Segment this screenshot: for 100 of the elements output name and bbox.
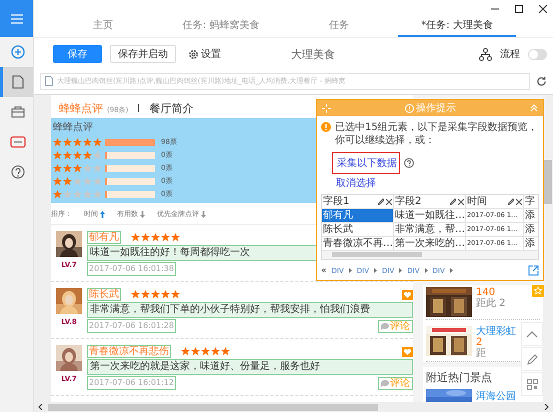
chevron-icon [399,268,402,273]
star-icon [93,176,102,186]
scrollbar-thumb[interactable] [544,160,552,204]
edit-button[interactable] [521,347,543,371]
comment-button[interactable]: 评论 [378,376,413,390]
arrow-down-icon [140,210,145,218]
reviewer-name[interactable]: 青春微凉不再悲伤 [87,345,171,358]
section-title: 附近热门景点 [426,370,492,385]
warning-icon [321,122,331,132]
scroll-left-icon[interactable] [38,404,44,410]
star-icon [171,233,180,242]
review-text: 非常满意，帮我们下单的小伙子特别好，帮我安排，怕我们浪费 [87,302,413,318]
info-icon [405,104,414,112]
column-header[interactable]: 时间 [467,196,487,207]
chevron-icon [348,268,352,273]
close-icon[interactable] [516,198,522,204]
table-cell-text: 添 [524,237,536,250]
task-name: 大理美食 [291,46,336,62]
price: 140 [476,287,496,298]
star-icon [171,290,180,299]
star-icon [73,176,82,186]
review-time: 2017-07-06 16:01:12 [87,376,176,390]
settings-button[interactable]: 设置 [188,47,221,61]
toolbox-icon [11,106,25,118]
external-link-icon[interactable] [528,265,539,276]
star-icon [161,290,170,299]
review-time: 2017-07-06 16:01:28 [87,319,176,333]
star-icon[interactable] [532,285,544,297]
help-icon[interactable] [404,158,414,168]
star-icon [53,138,62,146]
flowchart-icon [479,48,492,60]
star-icon [63,164,72,172]
breadcrumb-start[interactable]: « [321,266,327,276]
reviewer-name[interactable]: 郁有凡 [87,231,121,244]
intro-tab[interactable]: 餐厅简介 [149,101,194,116]
reviewer-name[interactable]: 陈长武 [87,288,121,301]
menu-icon [10,14,22,24]
star-icon [63,190,72,198]
star-icon [151,290,160,299]
tab[interactable]: 主页 [44,15,162,37]
column-header[interactable]: 字段1 [323,196,350,207]
star-icon [53,190,62,198]
price: 2 [476,337,484,348]
star-icon [83,176,92,186]
save-start-button[interactable]: 保存并启动 [110,45,176,63]
star-icon [53,150,62,160]
document-icon [12,75,24,89]
column-header[interactable]: 字 [525,196,535,207]
distance: 距此 2 [476,298,506,309]
star-icon [83,138,92,146]
scroll-right-icon[interactable] [543,404,549,410]
chevron-icon [424,268,428,273]
tab[interactable]: 任务: 蚂蜂窝美食 [162,15,280,37]
pencil-icon[interactable] [378,198,384,205]
menu-button[interactable] [0,0,33,37]
reviews-tab[interactable]: 蜂蜂点评 [59,101,103,116]
star-icon [93,138,102,146]
star-icon [63,138,72,146]
pencil-icon[interactable] [508,198,514,205]
star-icon [141,290,150,299]
maximize-icon[interactable] [515,5,523,13]
save-button[interactable]: 保存 [53,45,102,63]
scrollbar-thumb[interactable] [48,404,378,410]
restaurant-name[interactable]: 大理彩虹 [476,326,516,337]
refresh-icon[interactable] [536,76,547,86]
close-icon[interactable] [386,198,392,204]
panel-title: 操作提示 [416,102,456,115]
pencil-icon[interactable] [450,198,456,205]
cancel-selection-link[interactable]: 取消选择 [336,176,376,190]
tab[interactable]: 任务 [280,15,398,37]
star-icon [73,138,82,146]
scrollbar-thumb[interactable] [332,252,422,257]
close-icon[interactable] [539,5,547,13]
star-icon [221,347,230,356]
arrow-up-icon [100,210,105,218]
star-icon [161,233,170,242]
page-icon [45,76,53,86]
flow-toggle[interactable] [528,48,547,60]
star-icon [83,150,92,160]
comment-button[interactable]: 评论 [378,320,413,332]
table-cell: 非常满意，帮… [394,223,466,236]
collect-data-link[interactable]: 采集以下数据 [332,152,400,174]
scroll-top-button[interactable] [521,322,543,346]
tab[interactable]: *任务: 大理美食 [398,15,516,37]
close-icon[interactable] [458,198,464,204]
attraction-name[interactable]: 洱海公园 [476,389,516,402]
star-icon [93,164,102,172]
sidebar-item[interactable] [0,67,33,97]
add-icon [11,45,25,59]
star-icon [53,176,62,186]
star-icon [93,190,102,198]
help-icon [11,165,25,179]
tip-message: 已选中15组元素，以下是采集字段数据预览，你可以继续选择，或： [335,121,539,147]
column-header[interactable]: 字段2 [395,196,422,207]
flow-label: 流程 [500,48,520,61]
star-icon [63,176,72,186]
qr-code-icon [526,378,538,390]
qr-code-button[interactable] [521,372,543,396]
star-icon [83,164,92,172]
chevron-up-icon [526,330,538,338]
